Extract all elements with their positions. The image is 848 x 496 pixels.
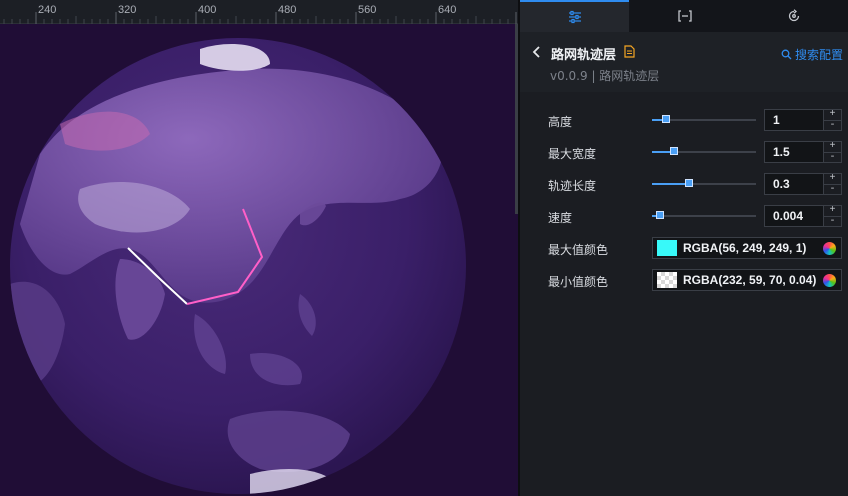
speed-slider[interactable] (652, 211, 756, 219)
sliders-icon (568, 10, 581, 24)
trail-length-stepper: + - (824, 173, 842, 195)
decrement-button[interactable]: - (824, 121, 841, 131)
document-icon[interactable] (624, 45, 635, 58)
min-color-picker[interactable]: RGBA(232, 59, 70, 0.04) (652, 269, 842, 291)
ruler-label: 560 (358, 4, 377, 16)
trail-length-label: 轨迹长度 (548, 179, 597, 193)
trail-length-slider[interactable] (652, 179, 756, 187)
horizontal-ruler: 240 320 400 480 560 640 (0, 0, 518, 24)
color-swatch (657, 272, 677, 288)
decrement-button[interactable]: - (824, 153, 841, 163)
canvas-area[interactable]: 240 320 400 480 560 640 (0, 0, 518, 496)
back-arrow-icon[interactable] (530, 45, 544, 59)
speed-input[interactable]: 0.004 (764, 205, 824, 227)
decrement-button[interactable]: - (824, 185, 841, 195)
bracket-icon (677, 10, 692, 22)
globe-preview[interactable] (0, 24, 518, 496)
panel-tabs (520, 0, 848, 32)
palette-icon[interactable] (823, 273, 836, 287)
decrement-button[interactable]: - (824, 217, 841, 227)
settings-panel: 路网轨迹层 v0.0.9 | 路网轨迹层 搜索配置 高度 1 + - 最大宽度 … (520, 0, 848, 496)
height-slider[interactable] (652, 115, 756, 123)
ruler-label: 640 (438, 4, 457, 16)
version-text: v0.0.9 | 路网轨迹层 (550, 69, 660, 83)
min-color-label: 最小值颜色 (548, 275, 609, 289)
height-input[interactable]: 1 (764, 109, 824, 131)
max-width-slider[interactable] (652, 147, 756, 155)
slider-handle[interactable] (669, 147, 678, 155)
slider-handle[interactable] (685, 179, 694, 187)
speed-stepper: + - (824, 205, 842, 227)
color-value: RGBA(232, 59, 70, 0.04) (683, 273, 817, 287)
ruler-label: 320 (118, 4, 137, 16)
tab-interaction-settings[interactable] (739, 0, 848, 32)
max-width-input[interactable]: 1.5 (764, 141, 824, 163)
ruler-label: 400 (198, 4, 217, 16)
search-config-label: 搜索配置 (794, 48, 843, 62)
trail-length-input[interactable]: 0.3 (764, 173, 824, 195)
max-width-label: 最大宽度 (548, 147, 597, 161)
slider-handle[interactable] (662, 115, 671, 123)
ruler-label: 240 (38, 4, 57, 16)
palette-icon[interactable] (823, 241, 836, 255)
slider-handle[interactable] (656, 211, 665, 219)
refresh-icon (788, 9, 799, 22)
tab-style-settings[interactable] (520, 0, 629, 32)
max-color-label: 最大值颜色 (548, 243, 609, 257)
panel-header: 路网轨迹层 v0.0.9 | 路网轨迹层 搜索配置 (520, 32, 848, 92)
color-swatch (657, 240, 677, 256)
max-color-picker[interactable]: RGBA(56, 249, 249, 1) (652, 237, 842, 259)
search-config-link[interactable]: 搜索配置 (781, 46, 843, 63)
ruler-label: 480 (278, 4, 297, 16)
tab-data-settings[interactable] (630, 0, 739, 32)
max-width-stepper: + - (824, 141, 842, 163)
page-title: 路网轨迹层 (551, 48, 617, 63)
speed-label: 速度 (548, 211, 573, 225)
slider-fill (652, 183, 690, 185)
height-stepper: + - (824, 109, 842, 131)
height-label: 高度 (548, 115, 573, 129)
search-icon (781, 49, 792, 60)
color-value: RGBA(56, 249, 249, 1) (683, 241, 807, 255)
